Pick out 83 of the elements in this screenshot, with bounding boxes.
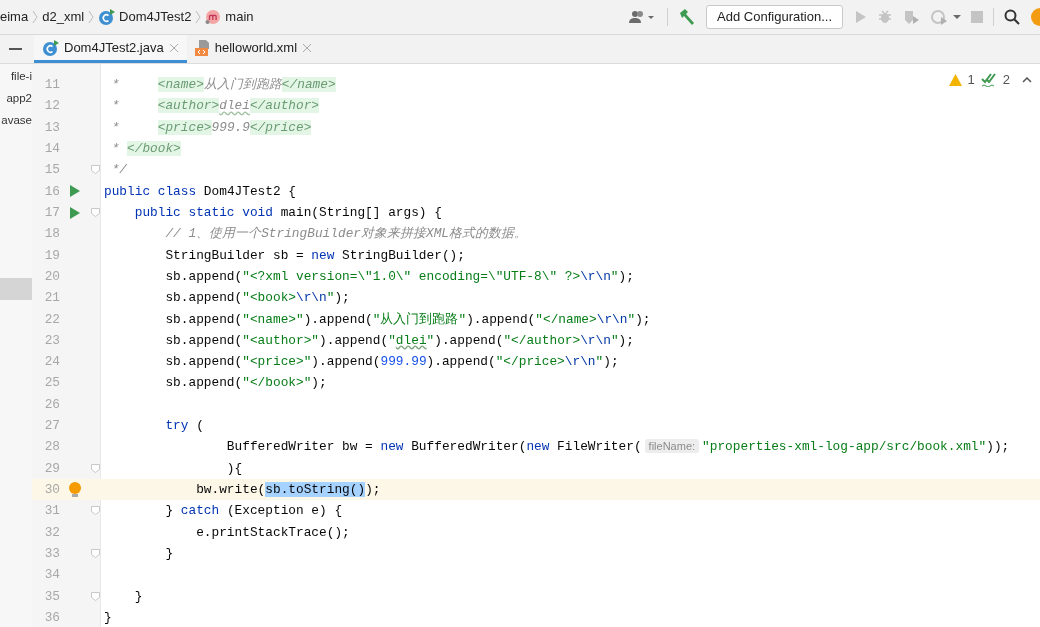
bug-icon[interactable] (877, 9, 893, 25)
weak-warning-count[interactable]: 2 (1002, 70, 1010, 90)
code-line: sb.append("<book>\r\n"); (164, 289, 350, 308)
code-line: * <name>从入门到跑路</name> (110, 76, 336, 95)
run-icon[interactable] (853, 10, 867, 24)
code-line: sb.append("<price>").append(999.99).append("</price>\r\n"); (164, 353, 619, 372)
double-check-icon[interactable] (980, 72, 997, 87)
code-line: } (133, 587, 143, 606)
class-icon (98, 9, 116, 25)
line-number: 22 (44, 310, 60, 329)
line-number: 24 (44, 353, 60, 372)
line-number: 23 (44, 331, 60, 350)
line-number: 16 (44, 182, 60, 201)
breadcrumb-item[interactable]: d2_xml (42, 7, 85, 27)
update-icon[interactable] (1030, 7, 1040, 27)
code-line: sb.append("<name>").append("从入门到跑路").append("</name>\r\n"); (164, 310, 651, 329)
project-tree-item[interactable]: app2 (0, 88, 32, 110)
editor-tab[interactable]: helloworld.xml (186, 35, 321, 63)
code-line: * <price>999.9</price> (110, 118, 312, 137)
code-line: StringBuilder sb = new StringBuilder(); (164, 246, 465, 265)
line-number: 13 (44, 118, 60, 137)
line-number: 15 (44, 161, 60, 180)
method-icon (205, 9, 222, 25)
warning-count[interactable]: 1 (967, 70, 975, 90)
code-line: */ (110, 161, 128, 180)
code-line: sb.append("<author>").append("dlei").append("</author>\r\n"); (164, 331, 634, 350)
line-number: 21 (44, 289, 60, 308)
close-icon (302, 42, 313, 53)
chevron-right-icon (32, 10, 39, 24)
line-number: 28 (44, 438, 60, 457)
code-line: e.printStackTrace(); (195, 523, 350, 542)
code-line: * <author>dlei</author> (110, 97, 320, 116)
line-number: 20 (44, 267, 60, 286)
line-number: 35 (44, 587, 60, 606)
breadcrumb-item[interactable]: eima (0, 7, 29, 27)
code-line: try ( (164, 417, 204, 436)
selected-tree-row[interactable] (0, 278, 32, 300)
line-number: 12 (44, 97, 60, 116)
profiler-icon[interactable] (931, 9, 961, 25)
breadcrumb-item[interactable]: Dom4JTest2 (119, 7, 192, 27)
line-number: 27 (44, 417, 60, 436)
line-number: 34 (44, 566, 60, 585)
code-line: public static void main(String[] args) { (133, 203, 442, 222)
line-number: 36 (44, 608, 60, 627)
line-number: 25 (44, 374, 60, 393)
warning-icon[interactable] (948, 73, 962, 86)
code-line: } (103, 608, 112, 627)
code-line: bw.write(sb.toString()); (195, 481, 381, 499)
line-number: 11 (44, 76, 60, 95)
add-configuration-button[interactable]: Add Configuration... (706, 5, 843, 29)
breadcrumb-item[interactable]: main (225, 7, 254, 27)
code-line: sb.append("<?xml version=\"1.0\" encoding=\"UTF-8\" ?>\r\n"); (164, 267, 634, 286)
minimize-icon[interactable] (9, 48, 22, 50)
chevron-right-icon (195, 10, 202, 24)
code-line: } catch (Exception e) { (164, 502, 343, 521)
line-number: 32 (44, 523, 60, 542)
line-number: 33 (44, 544, 60, 563)
shield-run-icon[interactable] (903, 9, 921, 25)
line-number: 17 (44, 203, 60, 222)
line-number: 14 (44, 140, 60, 158)
chevron-right-icon (88, 10, 95, 24)
close-icon (168, 42, 179, 53)
chevron-up-icon[interactable] (1022, 76, 1032, 83)
line-number: 29 (44, 459, 60, 478)
line-number: 31 (44, 502, 60, 521)
stop-icon[interactable] (971, 11, 983, 23)
line-number: 18 (44, 225, 60, 244)
code-line: ){ (225, 459, 243, 478)
line-number: 26 (44, 395, 60, 414)
code-line: // 1、使用一个StringBuilder对象来拼接XML格式的数据。 (164, 225, 528, 244)
code-line: sb.append("</book>"); (164, 374, 327, 393)
project-tree-item[interactable]: file-i (0, 66, 32, 88)
code-line: } (164, 544, 174, 563)
project-tree-item[interactable]: avase (0, 110, 32, 132)
editor-tab[interactable]: Dom4JTest2.java (34, 35, 187, 63)
line-number: 19 (44, 246, 60, 265)
code-line: public class Dom4JTest2 { (103, 182, 296, 201)
hammer-icon[interactable] (678, 8, 697, 26)
line-number: 30 (44, 481, 60, 499)
search-icon[interactable] (1004, 9, 1020, 25)
xml-file-icon (194, 39, 210, 56)
class-icon (42, 39, 59, 56)
code-line: BufferedWriter bw = new BufferedWriter(new FileWriter( fileName: "properties-xml-log-app/src/book.xml")); (225, 438, 1010, 457)
